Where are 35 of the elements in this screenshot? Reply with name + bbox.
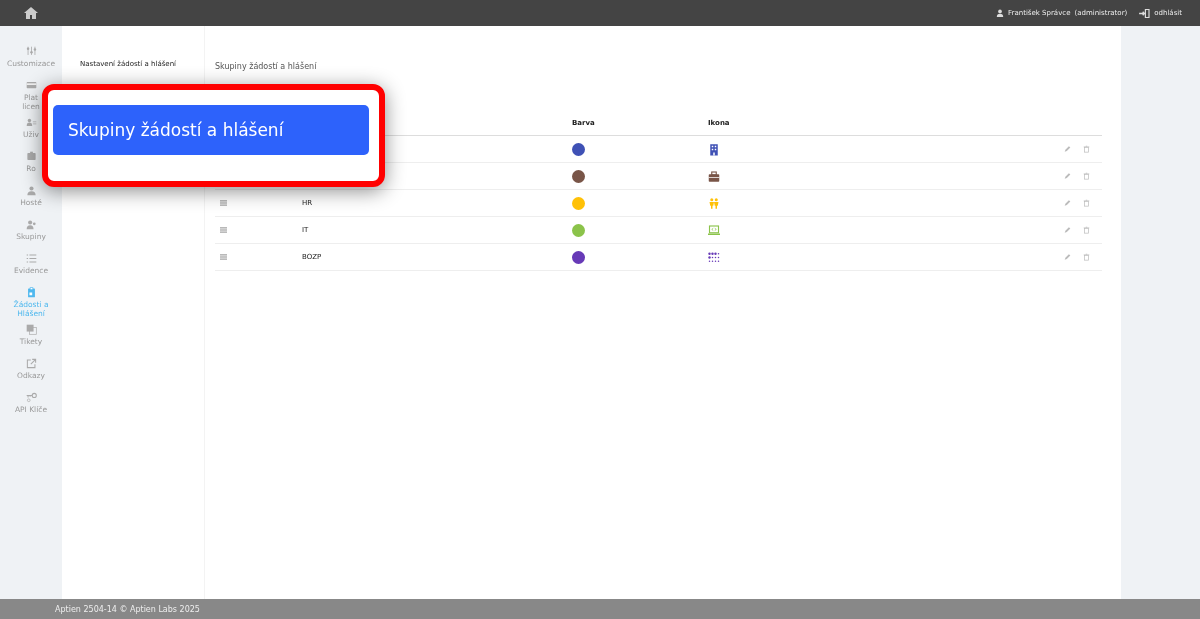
group-icon: [25, 219, 37, 230]
id-badge-icon: [25, 151, 37, 162]
external-link-icon: [25, 358, 37, 369]
building-icon: [708, 142, 720, 156]
person-icon: [996, 9, 1005, 17]
delete-icon[interactable]: [1083, 253, 1090, 261]
footer-text: Aptien 2504-14 © Aptien Labs 2025: [55, 604, 200, 614]
drag-handle-icon[interactable]: [220, 200, 227, 206]
edit-icon[interactable]: [1064, 145, 1071, 153]
highlighted-label: Skupiny žádostí a hlášení: [53, 105, 369, 155]
users-icon: [25, 117, 37, 128]
delete-icon[interactable]: [1083, 199, 1090, 207]
drag-handle-icon[interactable]: [220, 254, 227, 260]
list-icon: [25, 253, 37, 264]
edit-icon[interactable]: [1064, 253, 1071, 261]
page-title: Skupiny žádostí a hlášení: [215, 62, 318, 71]
logout-icon: [1139, 8, 1151, 18]
edit-icon[interactable]: [1064, 172, 1071, 180]
delete-icon[interactable]: [1083, 145, 1090, 153]
delete-icon[interactable]: [1083, 172, 1090, 180]
briefcase-icon: [708, 169, 720, 183]
person-icon: [25, 185, 37, 196]
people-icon: [708, 196, 720, 210]
edit-icon[interactable]: [1064, 199, 1071, 207]
home-icon[interactable]: [24, 7, 38, 19]
card-icon: [25, 80, 37, 91]
key-icon: [25, 392, 37, 403]
sliders-icon: [25, 46, 37, 57]
laptop-icon: [708, 223, 720, 237]
delete-icon[interactable]: [1083, 226, 1090, 234]
tickets-icon: [25, 324, 37, 335]
clipboard-icon: [25, 287, 37, 298]
edit-icon[interactable]: [1064, 226, 1071, 234]
drag-handle-icon[interactable]: [220, 227, 227, 233]
dot-grid-icon: [708, 250, 720, 264]
